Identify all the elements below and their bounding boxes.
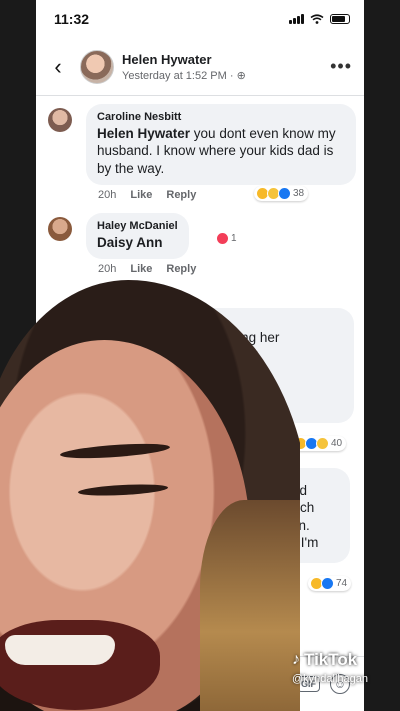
post-author-name[interactable]: Helen Hywater bbox=[122, 52, 330, 67]
comment-text: Daisy Ann bbox=[97, 234, 178, 251]
chevron-left-icon[interactable]: ‹ bbox=[46, 54, 70, 80]
commenter-avatar[interactable] bbox=[48, 108, 72, 132]
reaction-count: 40 bbox=[331, 438, 343, 449]
reaction-count: 1 bbox=[231, 233, 237, 244]
wow-reaction-icon bbox=[316, 437, 329, 450]
reaction-summary[interactable]: 40 bbox=[292, 436, 347, 451]
person-hair-highlight bbox=[200, 500, 300, 711]
tiktok-brand: TikTok bbox=[304, 650, 358, 669]
like-button[interactable]: Like bbox=[130, 189, 152, 201]
post-meta: Yesterday at 1:52 PM · ⊕ bbox=[122, 69, 330, 82]
comment-actions: 20h Like Reply bbox=[98, 263, 356, 275]
comment-text: Helen Hywater you dont even know my husb… bbox=[97, 125, 345, 177]
comment-mention[interactable]: Helen Hywater bbox=[97, 126, 190, 141]
video-overlay-person bbox=[0, 280, 300, 711]
comment-author[interactable]: Haley McDaniel bbox=[97, 220, 178, 232]
globe-icon: ⊕ bbox=[236, 69, 246, 82]
comment-item: Caroline Nesbitt Helen Hywater you dont … bbox=[48, 104, 356, 201]
tiktok-watermark: ♪ TikTok @kyndallhagan bbox=[292, 650, 368, 685]
tiktok-logo: ♪ TikTok bbox=[292, 650, 368, 670]
comment-bubble: Caroline Nesbitt Helen Hywater you dont … bbox=[86, 104, 356, 185]
comment-actions: 20h Like Reply bbox=[98, 189, 356, 201]
comment-item: Haley McDaniel Daisy Ann 20h Like Reply … bbox=[48, 213, 356, 275]
header-text: Helen Hywater Yesterday at 1:52 PM · ⊕ bbox=[122, 52, 330, 82]
comment-mention[interactable]: Daisy Ann bbox=[97, 235, 163, 250]
status-icons bbox=[289, 14, 350, 24]
battery-icon bbox=[330, 14, 350, 24]
comment-author[interactable]: Caroline Nesbitt bbox=[97, 111, 345, 123]
comment-bubble: Haley McDaniel Daisy Ann bbox=[86, 213, 189, 260]
status-bar: 11:32 bbox=[36, 0, 364, 38]
love-reaction-icon bbox=[216, 232, 229, 245]
signal-icon bbox=[289, 14, 304, 24]
comment-time: 20h bbox=[98, 263, 117, 276]
reaction-summary[interactable]: 74 bbox=[308, 576, 352, 591]
reaction-count: 38 bbox=[293, 188, 305, 199]
like-reaction-icon bbox=[278, 187, 291, 200]
commenter-avatar[interactable] bbox=[48, 217, 72, 241]
comment-time: 20h bbox=[98, 188, 117, 201]
tiktok-handle: @kyndallhagan bbox=[292, 673, 368, 685]
tiktok-note-icon: ♪ bbox=[292, 651, 300, 668]
reaction-summary[interactable]: 1 bbox=[214, 231, 241, 246]
reply-button[interactable]: Reply bbox=[166, 263, 196, 275]
reply-button[interactable]: Reply bbox=[166, 189, 196, 201]
person-teeth bbox=[5, 635, 115, 665]
like-button[interactable]: Like bbox=[130, 263, 152, 275]
reaction-count: 74 bbox=[336, 578, 348, 589]
status-time: 11:32 bbox=[54, 11, 90, 27]
more-icon[interactable]: ••• bbox=[330, 56, 352, 77]
author-avatar[interactable] bbox=[80, 49, 114, 84]
reaction-summary[interactable]: 38 bbox=[254, 186, 309, 201]
wifi-icon bbox=[310, 14, 324, 24]
post-header: ‹ Helen Hywater Yesterday at 1:52 PM · ⊕… bbox=[36, 38, 364, 96]
post-timestamp: Yesterday at 1:52 PM · bbox=[122, 69, 234, 82]
like-reaction-icon bbox=[321, 577, 334, 590]
